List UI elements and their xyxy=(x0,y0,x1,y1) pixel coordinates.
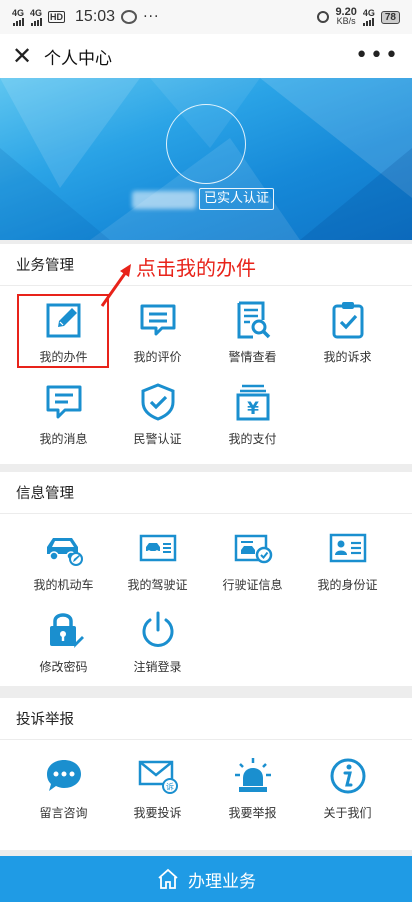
menu-report[interactable]: 我要举报 xyxy=(201,756,304,826)
menu-label: 我的驾驶证 xyxy=(127,578,188,592)
more-notifications-icon: ··· xyxy=(143,9,160,25)
menu-logout[interactable]: 注销登录 xyxy=(106,610,209,680)
menu-my-vehicle[interactable]: 我的机动车 xyxy=(12,528,115,598)
menu-label: 我的身份证 xyxy=(317,578,378,592)
profile-banner: 已实人认证 xyxy=(0,78,412,240)
user-name-blurred xyxy=(132,191,196,209)
menu-message-consult[interactable]: 留言咨询 xyxy=(12,756,115,826)
verified-badge: 已实人认证 xyxy=(199,188,275,210)
network-speed: 9.20 KB/s xyxy=(335,6,357,26)
car-icon xyxy=(46,538,83,566)
menu-police-auth[interactable]: 民警认证 xyxy=(106,382,209,452)
section-title: 投诉举报 xyxy=(0,698,412,740)
menu-label: 我的评价 xyxy=(133,350,182,364)
menu-label: 警情查看 xyxy=(228,350,277,364)
speech-dots-icon xyxy=(46,760,81,791)
menu-my-appeals[interactable]: 我的诉求 xyxy=(296,300,399,370)
menu-about-us[interactable]: 关于我们 xyxy=(296,756,399,826)
menu-my-payments[interactable]: ¥ 我的支付 xyxy=(201,382,304,452)
menu-incident-view[interactable]: 警情查看 xyxy=(201,300,304,370)
menu-label: 注销登录 xyxy=(133,660,182,674)
avatar[interactable] xyxy=(166,104,246,184)
page-title: 个人中心 xyxy=(44,48,112,69)
alarm-light-icon xyxy=(234,758,271,792)
info-icon xyxy=(330,758,365,794)
power-icon xyxy=(142,611,173,647)
menu-label: 我的消息 xyxy=(39,432,88,446)
handle-business-button[interactable]: 办理业务 xyxy=(0,856,412,902)
more-menu-icon[interactable]: ••• xyxy=(355,45,400,67)
lock-icon xyxy=(49,613,84,648)
section-title: 信息管理 xyxy=(0,472,412,514)
yen-payment-icon: ¥ xyxy=(236,384,269,421)
menu-change-password[interactable]: 修改密码 xyxy=(12,610,115,680)
menu-label: 我的诉求 xyxy=(323,350,372,364)
alarm-icon xyxy=(317,11,330,23)
menu-label: 民警认证 xyxy=(133,432,182,446)
menu-vehicle-license[interactable]: 行驶证信息 xyxy=(201,528,304,598)
menu-label: 我要投诉 xyxy=(133,806,182,820)
menu-complaint[interactable]: 诉 我要投诉 xyxy=(106,756,209,826)
message-icon xyxy=(46,385,81,419)
chat-bubble-icon xyxy=(140,304,175,336)
yen-symbol: ¥ xyxy=(247,399,259,419)
annotation-arrow-icon xyxy=(100,264,131,307)
signal-1: 4G xyxy=(12,8,24,26)
nav-bar: ✕ 个人中心 ••• xyxy=(0,34,412,78)
battery-level: 78 xyxy=(380,10,400,24)
driver-license-icon xyxy=(139,534,176,562)
menu-label: 留言咨询 xyxy=(39,806,88,820)
menu-my-messages[interactable]: 我的消息 xyxy=(12,382,115,452)
annotation-text: 点击我的办件 xyxy=(136,256,256,280)
home-icon xyxy=(158,868,178,889)
status-bar: 4G 4G HD 15:03 ··· 9.20 KB/s 4G 78 xyxy=(0,0,412,34)
menu-label: 关于我们 xyxy=(323,806,372,820)
close-icon[interactable]: ✕ xyxy=(12,44,36,68)
annotation-highlight-box xyxy=(17,294,109,368)
hd-badge: HD xyxy=(48,11,66,23)
envelope-complaint-icon: 诉 xyxy=(138,760,178,794)
shield-check-icon xyxy=(141,383,174,421)
menu-label: 我的机动车 xyxy=(33,578,94,592)
menu-my-id-card[interactable]: 我的身份证 xyxy=(296,528,399,598)
menu-my-driver-license[interactable]: 我的驾驶证 xyxy=(106,528,209,598)
doc-search-icon xyxy=(237,301,270,339)
menu-label: 我的支付 xyxy=(228,432,277,446)
status-time: 15:03 xyxy=(75,8,116,25)
bottom-label: 办理业务 xyxy=(188,871,256,892)
menu-label: 我要举报 xyxy=(228,806,277,820)
wechat-icon xyxy=(121,10,138,24)
menu-label: 行驶证信息 xyxy=(222,578,283,592)
clipboard-check-icon xyxy=(332,302,363,339)
vehicle-license-icon xyxy=(234,534,272,564)
complaint-badge-text: 诉 xyxy=(166,782,174,792)
network-type: 4G xyxy=(363,8,375,26)
id-card-icon xyxy=(329,533,366,563)
signal-2: 4G xyxy=(30,8,42,26)
menu-my-reviews[interactable]: 我的评价 xyxy=(106,300,209,370)
menu-label: 修改密码 xyxy=(39,660,88,674)
